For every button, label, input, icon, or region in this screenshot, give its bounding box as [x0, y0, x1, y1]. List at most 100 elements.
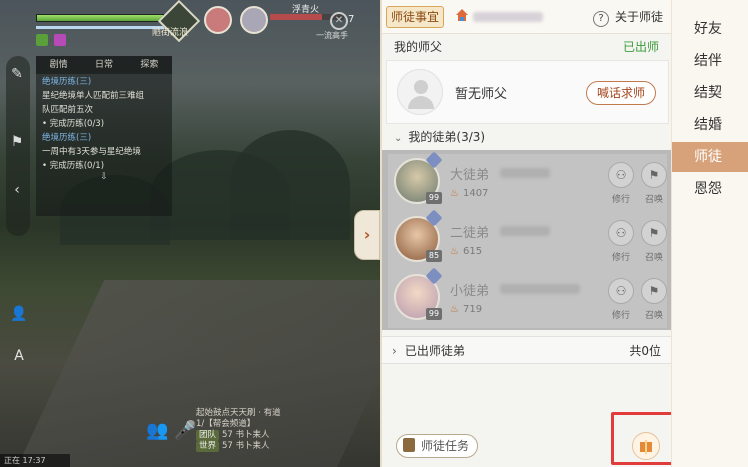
apprentice-task-button[interactable]: 师徒任务 — [396, 434, 479, 458]
master-apprentice-panel: 师徒事宜 ? 关于师徒 我的师父 已出师 暂无师父 喊话求师 ⌄ 我的徒弟(3/3)… — [380, 0, 671, 467]
menu-item-master-apprentice[interactable]: 师徒 — [672, 142, 748, 172]
apprentice-row[interactable]: 99 小徒弟 ♨ 719 ⚇ 修行 ⚑ 召唤 — [388, 267, 667, 328]
apprentice-row[interactable]: 85 二徒弟 ♨ 615 ⚇ 修行 ⚑ 召唤 — [388, 209, 667, 270]
menu-item-contract[interactable]: 结契 — [672, 78, 748, 108]
summon-label: 召唤 — [644, 253, 663, 263]
apprentice-name: 大徒弟 — [450, 168, 490, 183]
power-icon: ♨ — [450, 188, 459, 199]
my-master-header: 我的师父 已出师 — [382, 34, 671, 60]
former-count: 共0位 — [629, 344, 661, 358]
collapse-panel-button[interactable]: › — [354, 210, 380, 260]
apprentice-power: ♨ 1407 — [450, 188, 489, 199]
apprentice-level: 99 — [426, 308, 442, 320]
summon-button[interactable]: ⚑ — [641, 278, 667, 304]
quest-desc: 一周中有3天参与星纪绝境 — [42, 147, 141, 157]
master-affairs-tab[interactable]: 师徒事宜 — [386, 6, 445, 28]
social-menu: 好友 结伴 结契 结婚 师徒 恩怨 — [671, 0, 748, 467]
summon-label: 召唤 — [644, 195, 663, 205]
chevron-down-icon: ⌄ — [394, 133, 403, 144]
clipboard-icon — [403, 438, 415, 452]
apprentice-row[interactable]: 99 大徒弟 ♨ 1407 ⚇ 修行 ⚑ 召唤 — [388, 151, 667, 212]
quest-progress: • 完成历练(0/3) — [42, 119, 105, 129]
cultivate-button[interactable]: ⚇ — [608, 162, 634, 188]
chat-line: 世界 57 书卜耒人 — [196, 441, 380, 452]
quest-title[interactable]: 绝境历练(三) — [36, 130, 172, 144]
summon-label: 召唤 — [644, 311, 663, 321]
blurred-apprentice-name — [500, 226, 550, 236]
menu-item-friends[interactable]: 好友 — [672, 14, 748, 44]
my-apprentices-label: 我的徒弟(3/3) — [408, 130, 486, 144]
apprentice-name: 二徒弟 — [450, 226, 490, 241]
apprentice-power: ♨ 719 — [450, 304, 483, 315]
chat-line: 1/【帮会频道】 — [196, 419, 256, 429]
chat-line: 团队 57 书卜耒人 — [196, 430, 380, 441]
flag-icon[interactable]: ⚑ — [9, 134, 25, 150]
chevron-right-icon: › — [392, 344, 397, 358]
enemy-level: 7 — [348, 14, 355, 25]
summon-button[interactable]: ⚑ — [641, 220, 667, 246]
quest-tracker[interactable]: 剧情 日常 探索 绝境历练(三) 星纪绝境单人匹配前三难组 队匹配前五次 • 完… — [36, 56, 172, 216]
quest-title[interactable]: 绝境历练(三) — [36, 74, 172, 88]
call-master-button[interactable]: 喊话求师 — [585, 81, 656, 105]
voice-chat-icon[interactable]: 👥 🎤 — [146, 420, 197, 441]
my-apprentices-header[interactable]: ⌄ 我的徒弟(3/3) — [382, 124, 671, 150]
former-label: 已出师徒弟 — [404, 344, 465, 358]
panel-header: 师徒事宜 ? 关于师徒 — [382, 0, 671, 34]
scroll-icon[interactable]: ✎ — [9, 66, 25, 82]
game-scene: 陋街流浪 浮青火 ✕ 7 一流高手 ✎ ⚑ ‹ 剧情 日常 探索 绝境历练(三)… — [0, 0, 380, 467]
menu-item-partner[interactable]: 结伴 — [672, 46, 748, 76]
help-icon: ? — [592, 11, 609, 27]
quest-desc: 队匹配前五次 — [42, 105, 94, 115]
master-card: 暂无师父 喊话求师 — [386, 60, 669, 124]
menu-item-grudge[interactable]: 恩怨 — [672, 174, 748, 204]
quest-tabs: 剧情 日常 探索 — [36, 56, 172, 74]
blurred-apprentice-name — [500, 284, 580, 294]
system-clock: 正在 17:37 — [0, 454, 70, 467]
cultivate-label: 修行 — [611, 195, 630, 205]
quest-tab-daily[interactable]: 日常 — [81, 56, 126, 74]
cultivate-button[interactable]: ⚇ — [608, 220, 634, 246]
task-label: 师徒任务 — [421, 439, 470, 453]
blurred-apprentice-name — [500, 168, 550, 178]
buff-icon — [36, 34, 48, 46]
apprentice-level: 85 — [426, 250, 442, 262]
former-apprentices-row[interactable]: › 已出师徒弟 共0位 — [382, 336, 671, 364]
quest-progress: • 完成历练(0/1) — [42, 161, 105, 171]
person-icon[interactable]: 👤 — [8, 306, 30, 328]
collapse-left-icon[interactable]: ‹ — [9, 182, 25, 198]
house-icon — [456, 9, 468, 21]
power-icon: ♨ — [450, 304, 459, 315]
apprentice-level: 99 — [426, 192, 442, 204]
power-icon: ♨ — [450, 246, 459, 257]
enemy-subtitle: 一流高手 — [316, 31, 348, 40]
about-master-button[interactable]: ? 关于师徒 — [592, 8, 663, 27]
cultivate-label: 修行 — [611, 311, 630, 321]
apprentice-list: 99 大徒弟 ♨ 1407 ⚇ 修行 ⚑ 召唤 85 二徒弟 ♨ 615 ⚇ 修行 … — [382, 150, 671, 330]
blurred-player-name — [473, 12, 543, 22]
about-label: 关于师徒 — [614, 10, 663, 24]
player-hp-bar — [36, 14, 164, 22]
quest-tab-explore[interactable]: 探索 — [127, 56, 172, 74]
quest-more-icon[interactable]: ⇩ — [36, 172, 172, 182]
chat-channel-tag: 世界 — [196, 441, 220, 452]
menu-item-marriage[interactable]: 结婚 — [672, 110, 748, 140]
no-master-text: 暂无师父 — [455, 87, 508, 102]
cultivate-label: 修行 — [611, 253, 630, 263]
buff-icon — [54, 34, 66, 46]
quest-desc: 星纪绝境单人匹配前三难组 — [42, 91, 145, 101]
team-avatar[interactable] — [204, 6, 232, 34]
crest-label: 陋街流浪 — [152, 28, 189, 38]
cultivate-button[interactable]: ⚇ — [608, 278, 634, 304]
graduated-status: 已出师 — [622, 40, 659, 54]
target-avatar[interactable] — [240, 6, 268, 34]
apprentice-power: ♨ 615 — [450, 246, 483, 257]
text-icon[interactable]: A — [8, 348, 30, 370]
summon-button[interactable]: ⚑ — [641, 162, 667, 188]
quest-tab-story[interactable]: 剧情 — [36, 56, 81, 74]
default-avatar-icon — [397, 69, 443, 115]
my-master-label: 我的师父 — [394, 40, 443, 54]
chat-box[interactable]: 起始鼓点天天刷 · 有道 1/【帮会频道】 团队 57 书卜耒人 世界 57 书卜耒… — [196, 408, 380, 452]
close-target-icon[interactable]: ✕ — [330, 12, 348, 30]
chat-line: 起始鼓点天天刷 · 有道 — [196, 408, 281, 418]
apprentice-name: 小徒弟 — [450, 284, 490, 299]
